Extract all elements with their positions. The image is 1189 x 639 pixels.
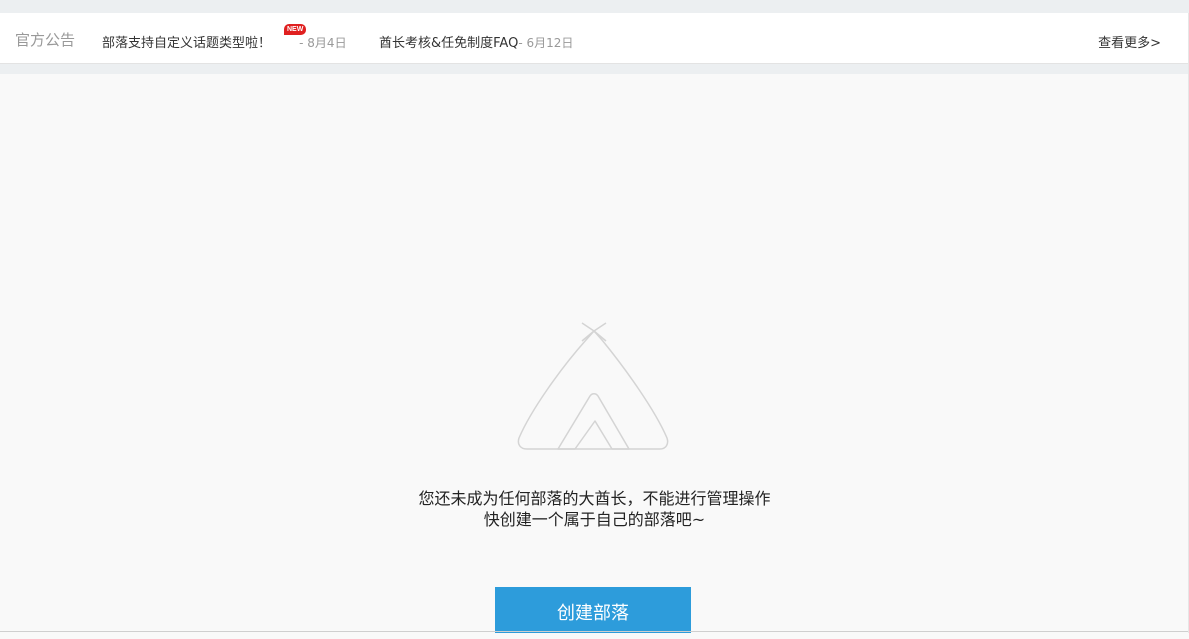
notice-title: 官方公告 xyxy=(15,31,76,49)
notice-bar: 官方公告 部落支持自定义话题类型啦！ NEW - 8月4日 酋长考核&任免制度F… xyxy=(0,13,1189,64)
notice-item-text[interactable]: 酋长考核&任免制度FAQ xyxy=(379,36,518,51)
notice-item-1[interactable]: 部落支持自定义话题类型啦！ NEW - 8月4日 xyxy=(102,24,347,51)
empty-state-line1: 您还未成为任何部落的大酋长，不能进行管理操作 xyxy=(418,489,771,508)
separator xyxy=(0,64,1189,74)
view-more-link[interactable]: 查看更多> xyxy=(1098,32,1161,51)
empty-state-message: 您还未成为任何部落的大酋长，不能进行管理操作 快创建一个属于自己的部落吧~ xyxy=(0,488,1189,530)
new-badge: NEW xyxy=(284,24,307,35)
notice-item-date: - 6月12日 xyxy=(518,36,574,50)
bottom-divider xyxy=(0,631,1189,632)
create-tribe-button[interactable]: 创建部落 xyxy=(495,587,691,633)
notice-item-2[interactable]: 酋长考核&任免制度FAQ- 6月12日 xyxy=(379,32,573,51)
notice-item-text[interactable]: 部落支持自定义话题类型啦！ xyxy=(102,36,271,51)
empty-state-line2: 快创建一个属于自己的部落吧~ xyxy=(483,510,706,529)
tent-icon xyxy=(517,322,669,450)
top-strip xyxy=(0,0,1189,13)
notice-item-date: - 8月4日 xyxy=(299,36,347,50)
